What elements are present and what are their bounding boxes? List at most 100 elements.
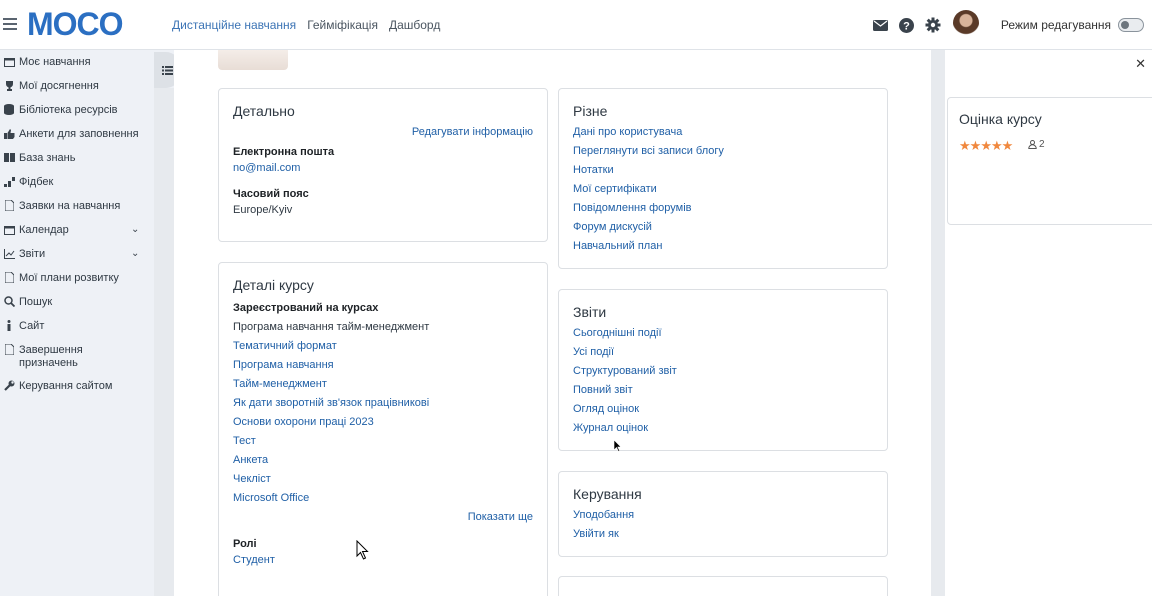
- logo-graphic: MOCO: [27, 9, 124, 39]
- timezone-label: Часовий пояс: [233, 188, 309, 200]
- course-link[interactable]: Програма навчання: [233, 359, 334, 371]
- course-link[interactable]: Анкета: [233, 454, 268, 466]
- wrench-icon: [3, 380, 15, 391]
- course-link[interactable]: Тест: [233, 435, 256, 447]
- timezone-value: Europe/Kyiv: [233, 204, 293, 216]
- main-content: Детально Редагувати інформацію Електронн…: [174, 50, 931, 596]
- management-title: Керування: [573, 486, 642, 502]
- misc-link[interactable]: Нотатки: [573, 164, 614, 176]
- moco-logo[interactable]: MOCO: [27, 8, 141, 40]
- envelope-icon[interactable]: [873, 17, 889, 33]
- sidebar-item-search[interactable]: Пошук: [0, 290, 155, 314]
- sidebar-item-label: Мої досягнення: [19, 80, 99, 92]
- course-link[interactable]: Тайм-менеджмент: [233, 378, 327, 390]
- report-link[interactable]: Усі події: [573, 346, 614, 358]
- course-link[interactable]: Чекліст: [233, 473, 271, 485]
- sidebar-item-site-administration[interactable]: Керування сайтом: [0, 374, 155, 398]
- nav-gamification[interactable]: Гейміфікація: [307, 18, 378, 32]
- misc-link[interactable]: Навчальний план: [573, 240, 662, 252]
- star-icon: ★: [990, 138, 1003, 153]
- course-rating-card: Оцінка курсу ★★★★★ 2: [947, 97, 1152, 225]
- chevron-down-icon[interactable]: ⌄: [131, 247, 139, 260]
- edit-mode-label: Режим редагування: [1000, 18, 1111, 32]
- sidebar-item-achievements[interactable]: Мої досягнення: [0, 74, 155, 98]
- chart-icon: [3, 176, 15, 187]
- raters-count-value: 2: [1039, 139, 1045, 150]
- misc-link[interactable]: Переглянути всі записи блогу: [573, 145, 724, 157]
- sidebar-scroll-gutter: [154, 88, 174, 596]
- reports-title: Звіти: [573, 304, 607, 320]
- sidebar-item-my-learning[interactable]: Моє навчання: [0, 50, 155, 74]
- sidebar-item-resource-library[interactable]: Бібліотека ресурсів: [0, 98, 155, 122]
- sidebar-item-knowledge-base[interactable]: База знань: [0, 146, 155, 170]
- misc-link[interactable]: Дані про користувача: [573, 126, 682, 138]
- star-icon: ★: [959, 138, 971, 153]
- role-link[interactable]: Студент: [233, 554, 275, 566]
- sidebar-item-training-requests[interactable]: Заявки на навчання: [0, 194, 155, 218]
- preferences-link[interactable]: Уподобання: [573, 509, 634, 521]
- course-link[interactable]: Microsoft Office: [233, 492, 309, 504]
- sidebar-item-label: Анкети для заповнення: [19, 128, 139, 140]
- database-icon: [3, 104, 15, 115]
- info-icon: [3, 320, 15, 331]
- reports-card: Звіти Сьогоднішні події Усі події Структ…: [558, 289, 888, 451]
- sidebar-item-calendar[interactable]: Календар ⌄: [0, 218, 155, 242]
- sidebar-item-surveys[interactable]: Анкети для заповнення: [0, 122, 155, 146]
- sidebar-item-development-plans[interactable]: Мої плани розвитку: [0, 266, 155, 290]
- main-scroll-gutter: [931, 50, 945, 596]
- report-link[interactable]: Огляд оцінок: [573, 403, 639, 415]
- report-link[interactable]: Журнал оцінок: [573, 422, 648, 434]
- management-card: Керування Уподобання Увійти як: [558, 471, 888, 557]
- gear-icon[interactable]: [925, 17, 941, 33]
- misc-link[interactable]: Повідомлення форумів: [573, 202, 692, 214]
- details-title: Детально: [233, 103, 295, 119]
- star-icon: ★: [1001, 138, 1014, 153]
- hamburger-menu-icon[interactable]: [3, 18, 17, 30]
- list-icon: [161, 65, 173, 75]
- top-navbar: MOCO Дистанційне навчання Гейміфікація Д…: [0, 0, 1152, 50]
- close-icon[interactable]: ✕: [1135, 56, 1146, 72]
- book-icon: [3, 152, 15, 163]
- email-link[interactable]: no@mail.com: [233, 162, 300, 174]
- report-link[interactable]: Сьогоднішні події: [573, 327, 662, 339]
- sidebar-item-feedback[interactable]: Фідбек: [0, 170, 155, 194]
- user-icon: [1028, 140, 1037, 149]
- sidebar-item-label: Звіти: [19, 248, 46, 260]
- login-as-link[interactable]: Увійти як: [573, 528, 619, 540]
- thumbs-up-icon: [3, 128, 15, 139]
- user-avatar[interactable]: [952, 10, 979, 40]
- svg-text:?: ?: [903, 20, 910, 32]
- course-rating-title: Оцінка курсу: [959, 111, 1042, 127]
- course-link[interactable]: Як дати зворотній зв'язок працівникові: [233, 397, 429, 409]
- help-icon[interactable]: ?: [899, 17, 915, 33]
- report-link[interactable]: Структурований звіт: [573, 365, 677, 377]
- chevron-down-icon[interactable]: ⌄: [131, 223, 139, 236]
- sidebar-item-site[interactable]: Сайт: [0, 314, 155, 338]
- sidebar-item-assignment-completion[interactable]: Завершення призначень: [0, 338, 155, 374]
- nav-distance-learning[interactable]: Дистанційне навчання: [172, 18, 296, 32]
- main-nav: Дистанційне навчання Гейміфікація Дашбор…: [172, 18, 440, 32]
- course-item: Програма навчання тайм-менеджмент: [233, 321, 430, 333]
- sidebar-item-reports[interactable]: Звіти ⌄: [0, 242, 155, 266]
- star-icon: ★: [969, 138, 982, 153]
- edit-mode-toggle[interactable]: [1118, 18, 1144, 32]
- right-drawer: ✕ Оцінка курсу ★★★★★ 2: [945, 50, 1152, 596]
- rating-stars: ★★★★★: [959, 138, 1014, 154]
- course-link[interactable]: Тематичний формат: [233, 340, 337, 352]
- report-link[interactable]: Повний звіт: [573, 384, 633, 396]
- nav-dashboard[interactable]: Дашборд: [389, 18, 440, 32]
- sidebar-item-label: Моє навчання: [19, 56, 91, 68]
- file-icon: [3, 200, 15, 211]
- misc-link[interactable]: Мої сертифікати: [573, 183, 657, 195]
- course-link[interactable]: Основи охорони праці 2023: [233, 416, 374, 428]
- enrolled-courses-label: Зареєстрований на курсах: [233, 302, 379, 314]
- calendar-icon: [3, 224, 15, 235]
- left-sidebar: Моє навчання Мої досягнення Бібліотека р…: [0, 50, 155, 596]
- sidebar-item-label: База знань: [19, 152, 76, 164]
- show-more-link[interactable]: Показати ще: [468, 511, 533, 523]
- edit-profile-link[interactable]: Редагувати інформацію: [412, 126, 533, 138]
- sidebar-item-label: Бібліотека ресурсів: [19, 104, 118, 116]
- roles-label: Ролі: [233, 538, 257, 550]
- profile-picture: [218, 50, 288, 70]
- misc-link[interactable]: Форум дискусій: [573, 221, 652, 233]
